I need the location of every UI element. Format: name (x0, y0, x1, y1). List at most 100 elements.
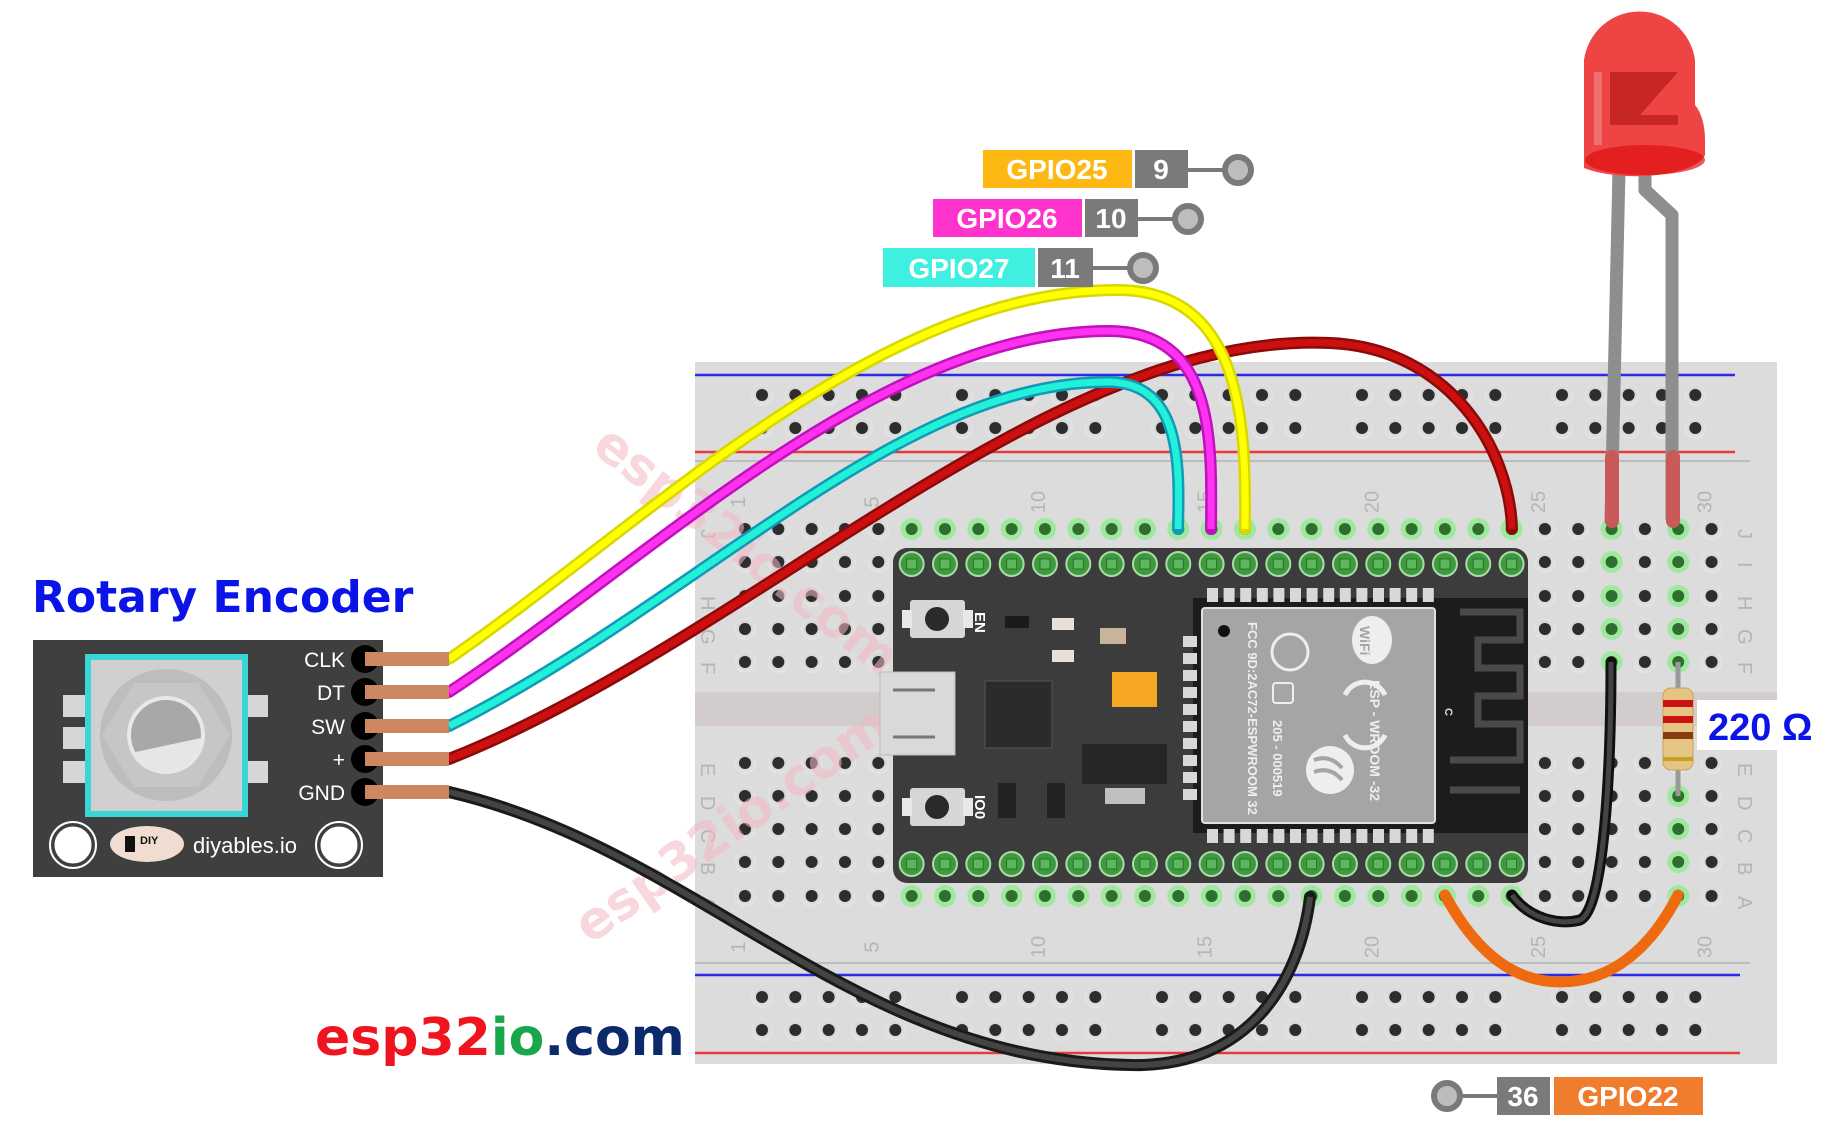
breadboard-hole (1567, 551, 1590, 573)
breadboard-hole (751, 384, 773, 406)
module-pad (1273, 829, 1285, 843)
module-cert-text: 205 - 000519 (1270, 720, 1285, 797)
breadboard-hole (1017, 1019, 1040, 1041)
breadboard-hole (1633, 551, 1656, 573)
smd-part (1052, 618, 1074, 630)
breadboard-hole (1584, 384, 1607, 406)
esp32-board: EN IO0 FCC 9D:2AC72-ESPWROOM 32 205 - 00… (879, 548, 1528, 883)
breadboard-hole-connected (1233, 885, 1256, 907)
breadboard-hole (1633, 651, 1656, 673)
breadboard-hole (1567, 518, 1590, 540)
gpio-name: GPIO22 (1577, 1081, 1678, 1112)
pin-label-gpio27: GPIO27 11 (883, 248, 1159, 287)
module-pad (1256, 829, 1268, 843)
en-button[interactable] (902, 600, 973, 638)
breadboard-hole-connected (1367, 518, 1390, 540)
breadboard-hole (1633, 785, 1656, 807)
breadboard-hole-connected (1200, 885, 1223, 907)
breadboard-hole (1567, 851, 1590, 873)
regulator-tab (1105, 788, 1145, 804)
row-label: B (1733, 862, 1755, 875)
breadboard-hole-connected (933, 518, 956, 540)
encoder-brand: diyables.io (193, 833, 297, 858)
breadboard-hole (1017, 986, 1040, 1008)
breadboard-hole (1533, 651, 1556, 673)
pin-connector-icon (1172, 203, 1204, 235)
module-pad (1373, 829, 1384, 843)
breadboard-hole (1533, 851, 1556, 873)
breadboard-hole (1417, 417, 1440, 439)
breadboard-hole (767, 651, 790, 673)
breadboard-hole-connected (967, 885, 990, 907)
io0-button[interactable] (902, 788, 973, 826)
breadboard-hole (1684, 417, 1707, 439)
resistor-band (1663, 700, 1693, 707)
pin-label-gpio26: GPIO26 10 (933, 199, 1204, 237)
esp32-pin (1231, 551, 1258, 577)
breadboard-hole (1633, 752, 1656, 774)
pin-label-gpio22: 36 GPIO22 (1431, 1077, 1703, 1115)
breadboard-hole (1417, 986, 1440, 1008)
rotary-encoder-module[interactable]: CLK DT SW + GND DIY diyables.io (33, 640, 449, 877)
pin-connector-icon (1222, 154, 1254, 186)
led-leg-cathode (1666, 450, 1680, 528)
breadboard-hole-connected (1333, 518, 1356, 540)
pin-number: 10 (1095, 203, 1126, 234)
breadboard-hole (1633, 885, 1656, 907)
breadboard-hole (1617, 1019, 1640, 1041)
breadboard-hole (833, 818, 856, 840)
module-pad (1306, 829, 1318, 843)
breadboard-hole (1700, 885, 1723, 907)
encoder-pin-label: GND (298, 782, 345, 805)
site-logo[interactable]: esp32io.com (315, 1008, 685, 1068)
esp32-pin (1398, 851, 1425, 877)
column-number: 20 (1361, 936, 1383, 958)
breadboard-hole-connected (1667, 585, 1690, 607)
esp32-pin (1331, 551, 1358, 577)
breadboard-hole (1450, 1019, 1473, 1041)
row-label: J (1733, 529, 1755, 539)
breadboard-hole (1533, 585, 1556, 607)
breadboard-hole (800, 651, 823, 673)
breadboard-hole (833, 785, 856, 807)
breadboard-hole-connected (1133, 885, 1156, 907)
breadboard-hole (850, 1019, 873, 1041)
breadboard-hole-connected (1000, 885, 1023, 907)
breadboard-hole-connected (1167, 885, 1190, 907)
module-pad (1323, 829, 1335, 843)
column-number: 25 (1528, 491, 1550, 513)
breadboard-hole (1584, 986, 1607, 1008)
breadboard-hole (1151, 986, 1173, 1008)
smd-part (1005, 616, 1029, 628)
module-pad (1183, 789, 1197, 800)
breadboard-hole (1650, 1019, 1673, 1041)
breadboard-hole (1584, 1019, 1607, 1041)
pin-number: 36 (1507, 1081, 1538, 1112)
breadboard-hole (1567, 818, 1590, 840)
breadboard-hole-connected (1000, 518, 1023, 540)
breadboard-hole-connected (1667, 851, 1690, 873)
breadboard-hole (867, 551, 890, 573)
breadboard-hole (1700, 518, 1723, 540)
breadboard-hole (1633, 585, 1656, 607)
breadboard-hole (1551, 384, 1573, 406)
esp32-pin (1431, 551, 1458, 577)
module-pad (1240, 588, 1252, 602)
breadboard-hole (1533, 518, 1556, 540)
breadboard-hole (1484, 384, 1507, 406)
breadboard-hole (1050, 986, 1073, 1008)
resistor-band (1663, 757, 1693, 761)
breadboard-hole (734, 885, 756, 907)
module-pad (1223, 829, 1235, 843)
breadboard-hole (734, 618, 756, 640)
row-label: E (1733, 763, 1755, 776)
breadboard-hole (1351, 1019, 1373, 1041)
encoder-pin-gnd[interactable]: GND (298, 778, 449, 806)
wifi-logo-text: WiFi (1357, 626, 1373, 655)
breadboard-hole-connected (900, 518, 923, 540)
usb-connector[interactable] (879, 671, 956, 756)
gpio-name: GPIO25 (1006, 154, 1107, 185)
breadboard-hole (1484, 1019, 1507, 1041)
encoder-pins: CLK DT SW + GND (298, 645, 449, 806)
breadboard-hole (1617, 384, 1640, 406)
